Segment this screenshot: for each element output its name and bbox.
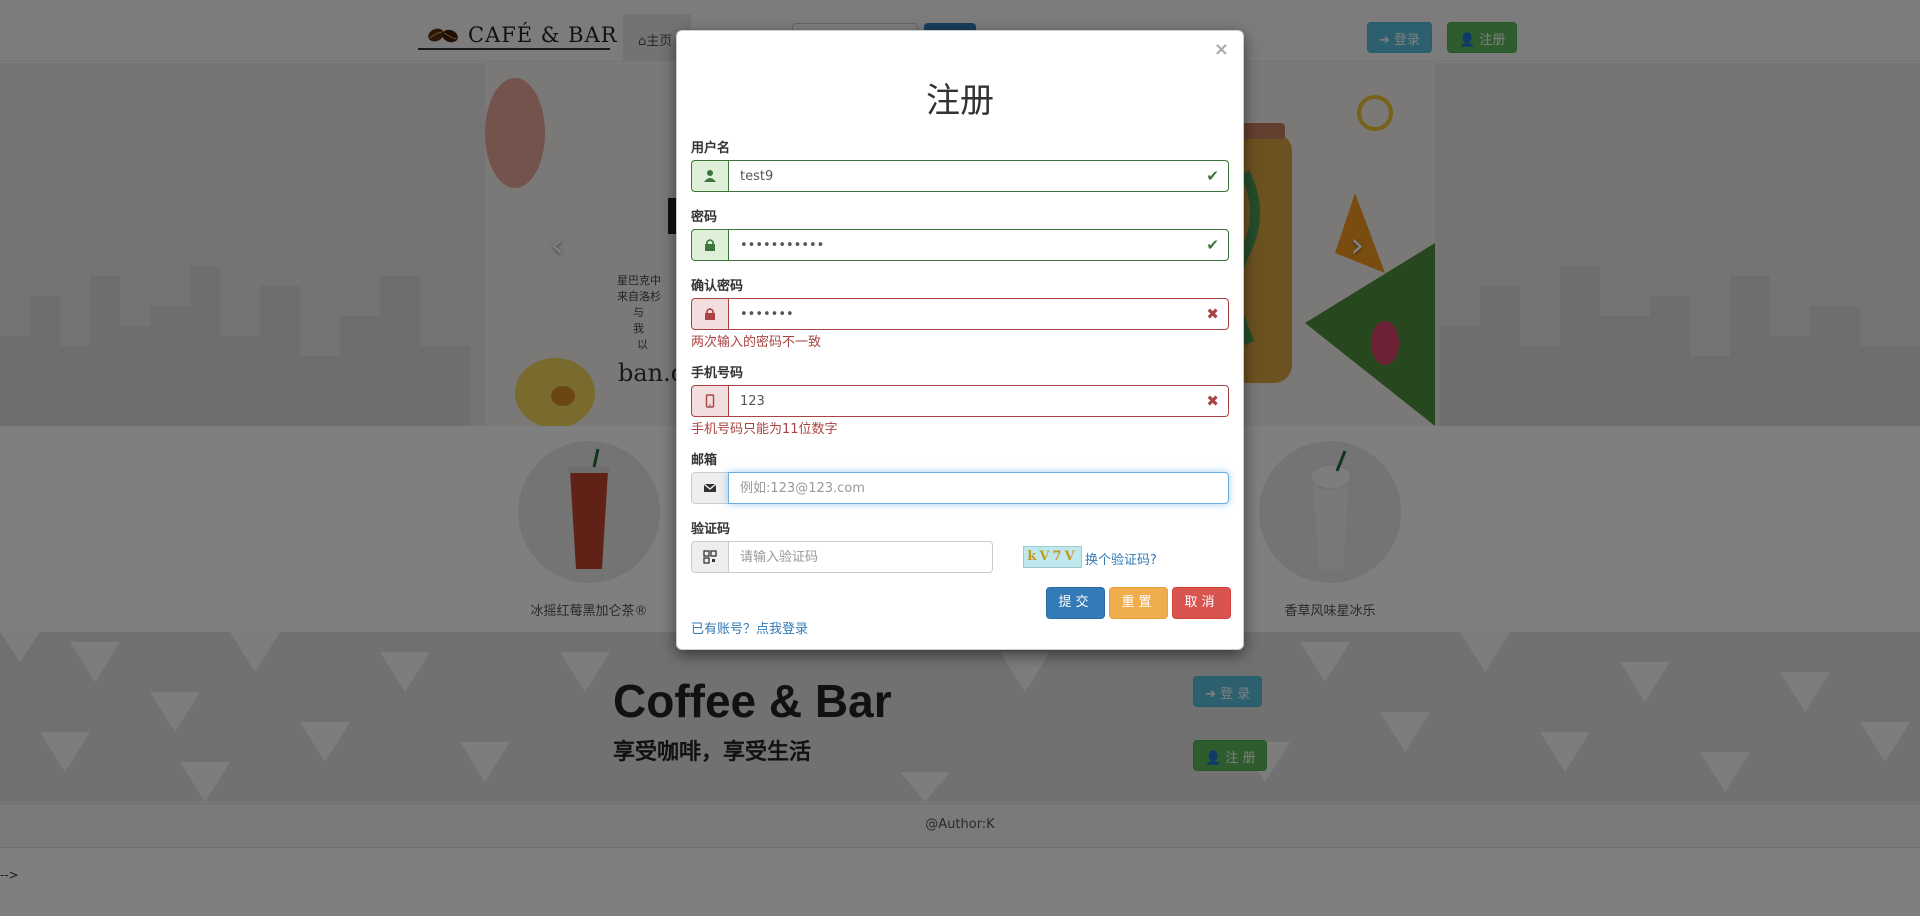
qrcode-icon (691, 541, 728, 573)
phone-input[interactable] (728, 385, 1229, 417)
close-icon[interactable]: × (1214, 41, 1229, 59)
reset-button[interactable]: 重置 (1109, 587, 1168, 619)
remove-icon: ✖ (1206, 392, 1219, 410)
email-input[interactable] (728, 472, 1229, 504)
login-link[interactable]: 已有账号？点我登录 (691, 618, 808, 637)
envelope-icon (691, 472, 728, 504)
email-label: 邮箱 (691, 453, 718, 468)
lock-icon (691, 229, 728, 261)
username-input[interactable] (728, 160, 1229, 192)
confirm-password-label: 确认密码 (691, 279, 744, 294)
remove-icon: ✖ (1206, 305, 1219, 323)
phone-label: 手机号码 (691, 366, 744, 381)
user-icon (691, 160, 728, 192)
captcha-image[interactable]: kV7V (1023, 546, 1082, 568)
password-group: ✔ (691, 229, 1229, 261)
username-group: ✔ (691, 160, 1229, 192)
cancel-button[interactable]: 取消 (1172, 587, 1231, 619)
confirm-password-input[interactable] (728, 298, 1229, 330)
submit-button[interactable]: 提交 (1046, 587, 1105, 619)
password-label: 密码 (691, 210, 718, 225)
confirm-password-error: 两次输入的密码不一致 (691, 335, 822, 350)
refresh-captcha-link[interactable]: 换个验证码? (1085, 549, 1157, 568)
mobile-icon (691, 385, 728, 417)
password-input[interactable] (728, 229, 1229, 261)
captcha-group (691, 541, 993, 573)
captcha-image-text: kV7V (1027, 549, 1078, 564)
check-icon: ✔ (1206, 167, 1219, 185)
username-label: 用户名 (691, 141, 731, 156)
email-group (691, 472, 1229, 504)
captcha-label: 验证码 (691, 522, 731, 537)
confirm-password-group: ✖ (691, 298, 1229, 330)
phone-error: 手机号码只能为11位数字 (691, 422, 838, 437)
check-icon: ✔ (1206, 236, 1219, 254)
register-modal: × 注册 用户名 ✔ 密码 ✔ 确认密码 ✖ 两次输入的密码不一致 手机号码 ✖… (676, 30, 1244, 650)
modal-title: 注册 (926, 81, 994, 121)
captcha-input[interactable] (728, 541, 993, 573)
phone-group: ✖ (691, 385, 1229, 417)
lock-icon (691, 298, 728, 330)
